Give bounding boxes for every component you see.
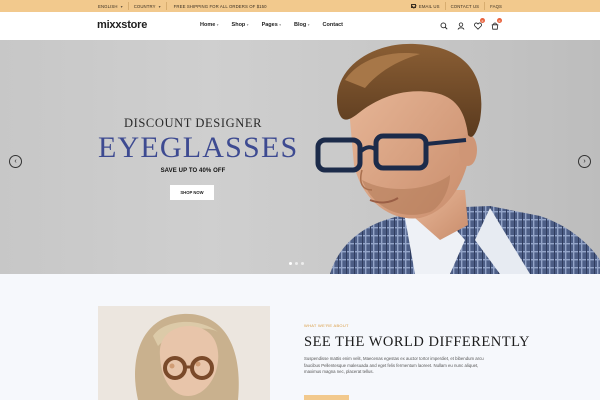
shop-now-button[interactable]: SHOP NOW: [170, 185, 214, 200]
nav-label: Pages: [261, 22, 278, 28]
hero-text: DISCOUNT DESIGNER EYEGLASSES SAVE UP TO …: [98, 116, 299, 174]
cart-count-badge: 0: [497, 18, 502, 23]
email-link[interactable]: EMAIL US: [410, 3, 440, 9]
chevron-down-icon: ▾: [158, 3, 161, 9]
main-nav: Home ▾ Shop ▾ Pages ▾ Blog ▾ Contact: [200, 22, 356, 28]
nav-label: Blog: [294, 22, 307, 28]
cart-icon[interactable]: 0: [490, 18, 502, 30]
wishlist-count-badge: 0: [480, 18, 485, 23]
nav-label: Home: [200, 22, 216, 28]
country-label: COUNTRY: [133, 3, 156, 9]
nav-label: Shop: [231, 22, 246, 28]
divider: [484, 2, 486, 10]
hero-title: EYEGLASSES: [98, 131, 299, 164]
nav-item-blog[interactable]: Blog ▾: [294, 22, 310, 28]
slider-dots: [289, 262, 304, 265]
country-selector[interactable]: COUNTRY ▾: [134, 4, 161, 9]
woman-with-glasses-image: [98, 306, 270, 400]
about-title: SEE THE WORLD DIFFERENTLY: [304, 334, 530, 350]
divider: [165, 2, 167, 10]
top-bar: ENGLISH ▾ COUNTRY ▾ FREE SHIPPING FOR AL…: [0, 0, 600, 12]
slider-dot[interactable]: [295, 262, 298, 265]
header-icons: 0 0: [439, 18, 502, 30]
hero-offer: SAVE UP TO 40% OFF: [160, 168, 226, 174]
site-header: mixxstore Home ▾ Shop ▾ Pages ▾ Blog ▾ C…: [0, 12, 600, 40]
about-tagline: WHAT WE'RE ABOUT: [304, 323, 349, 328]
hero-model-image: [315, 43, 600, 274]
shipping-notice: FREE SHIPPING FOR ALL ORDERS OF $150: [173, 3, 267, 9]
top-bar-right: EMAIL US CONTACT US FAQS: [410, 0, 502, 12]
faqs-link[interactable]: FAQS: [490, 4, 502, 9]
slider-dot[interactable]: [301, 262, 304, 265]
chevron-down-icon: ▾: [279, 23, 282, 27]
chevron-down-icon: ▾: [307, 23, 310, 27]
nav-item-pages[interactable]: Pages ▾: [262, 22, 281, 28]
user-icon[interactable]: [456, 21, 465, 30]
chevron-down-icon: ▾: [120, 3, 123, 9]
mail-icon: [410, 4, 416, 8]
arrow-right-icon: ›: [583, 158, 586, 165]
nav-item-shop[interactable]: Shop ▾: [232, 22, 249, 28]
divider: [444, 2, 446, 10]
email-label: EMAIL US: [418, 3, 440, 9]
top-bar-left: ENGLISH ▾ COUNTRY ▾ FREE SHIPPING FOR AL…: [98, 0, 267, 12]
wishlist-icon[interactable]: 0: [473, 18, 485, 30]
language-label: ENGLISH: [98, 3, 118, 9]
about-button[interactable]: [304, 395, 349, 400]
prev-slide-button[interactable]: ‹: [9, 155, 22, 168]
about-body: Suspendisse mattis enim velit, Maecenas …: [304, 356, 484, 375]
next-slide-button[interactable]: ›: [578, 155, 591, 168]
search-icon[interactable]: [439, 21, 448, 30]
arrow-left-icon: ‹: [14, 158, 17, 165]
hero-slider: DISCOUNT DESIGNER EYEGLASSES SAVE UP TO …: [0, 40, 600, 274]
nav-item-home[interactable]: Home ▾: [200, 22, 219, 28]
chevron-down-icon: ▾: [246, 23, 249, 27]
hero-subtitle: DISCOUNT DESIGNER: [123, 116, 263, 130]
slider-dot[interactable]: [289, 262, 292, 265]
nav-item-contact[interactable]: Contact: [323, 22, 343, 28]
language-selector[interactable]: ENGLISH ▾: [98, 4, 123, 9]
chevron-down-icon: ▾: [216, 23, 219, 27]
about-image: [98, 306, 270, 400]
divider: [127, 2, 129, 10]
logo[interactable]: mixxstore: [97, 19, 147, 31]
nav-label: Contact: [322, 22, 344, 28]
contact-link[interactable]: CONTACT US: [451, 4, 480, 9]
